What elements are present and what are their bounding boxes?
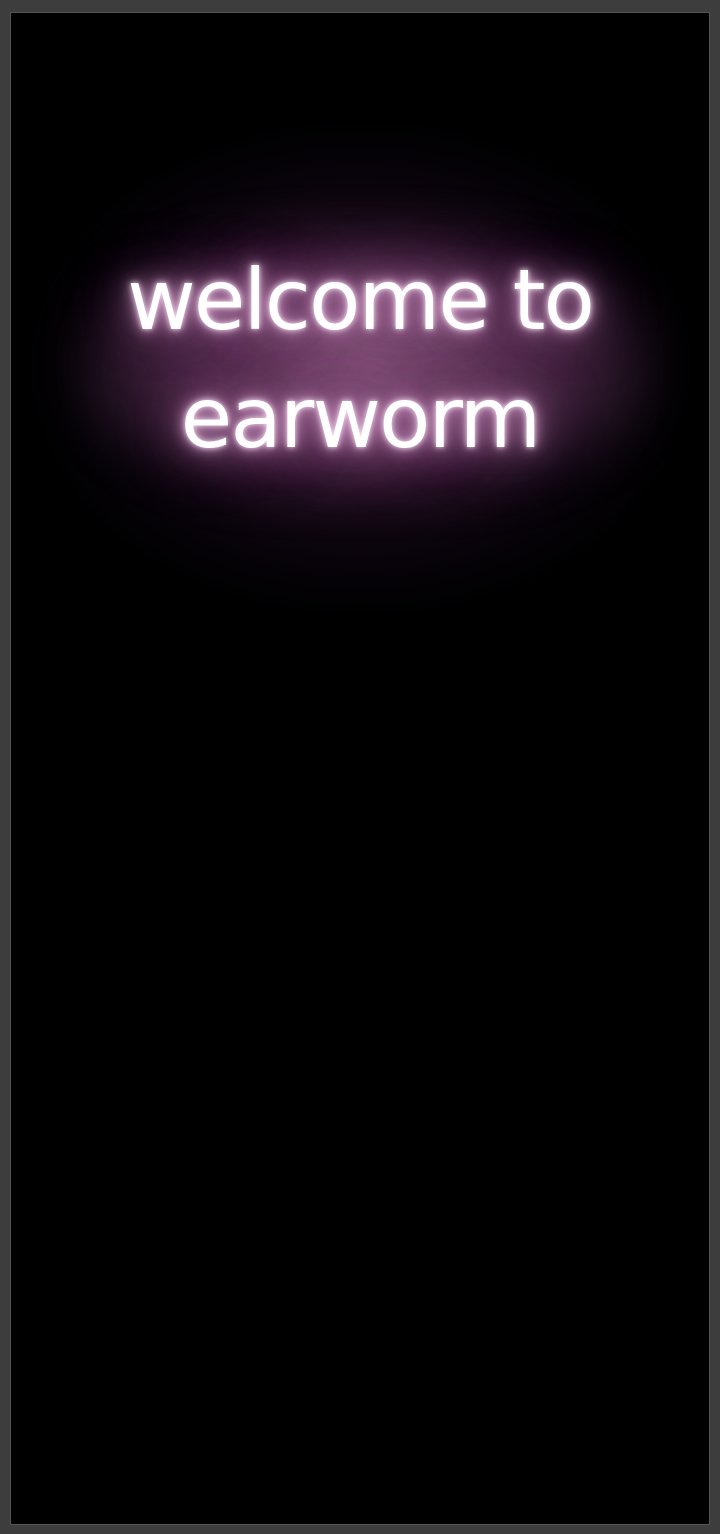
app-screen: welcome to earworm <box>11 13 709 1524</box>
welcome-title-line-2: earworm <box>180 369 542 467</box>
device-frame: welcome to earworm <box>0 0 720 1534</box>
welcome-title: welcome to earworm <box>11 241 709 477</box>
welcome-title-line-1: welcome to <box>127 251 595 349</box>
